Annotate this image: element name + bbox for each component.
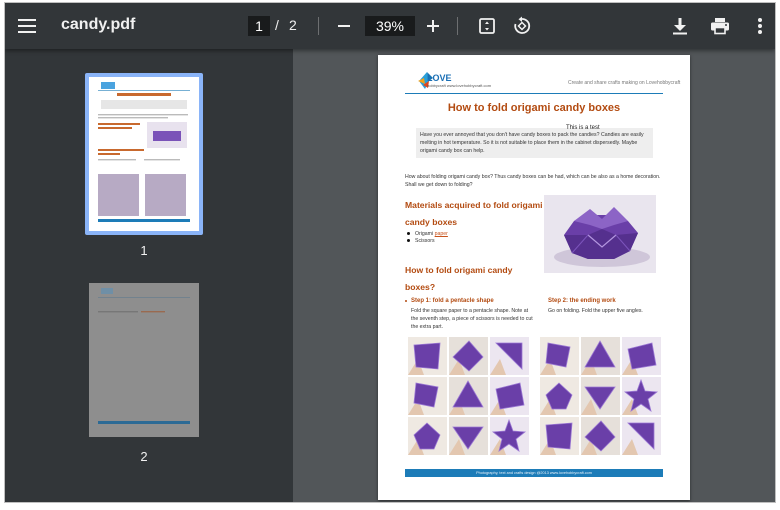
- thumbnail-sidebar: 1 2: [5, 49, 293, 502]
- fit-to-page-icon: [479, 18, 495, 34]
- intro-paragraph: How about folding origami candy box? Thu…: [405, 174, 661, 188]
- toolbar-divider: [457, 17, 458, 35]
- pdf-viewer-window: candy.pdf 1 / 2 39% 1 2 LOVE hobbycraft …: [5, 3, 775, 502]
- total-pages: 2: [289, 17, 297, 33]
- menu-button[interactable]: [13, 12, 41, 40]
- paper-link[interactable]: paper: [435, 231, 448, 237]
- step2-photo: [540, 417, 579, 455]
- intro-box: Have you ever annoyed that you don't hav…: [416, 128, 653, 158]
- zoom-in-icon: [427, 20, 439, 32]
- logo-text: LOVE: [427, 73, 452, 83]
- page-number-input[interactable]: 1: [248, 16, 270, 36]
- step2-photo: [622, 377, 661, 415]
- step1-photo: [490, 417, 529, 455]
- page-separator: /: [275, 17, 279, 33]
- candy-box-photo: [544, 195, 656, 273]
- list-item: Origami paper: [407, 231, 448, 238]
- test-annotation: This is a test: [566, 125, 600, 131]
- step1-photo: [449, 417, 488, 455]
- header-rule: [405, 93, 663, 94]
- step2-photo: [540, 337, 579, 375]
- step2-photo: [581, 377, 620, 415]
- logo-subtext: hobbycraft www.lovehobbycraft.com: [427, 83, 492, 88]
- materials-list: Origami paper Scissors: [407, 231, 448, 245]
- zoom-input[interactable]: 39%: [365, 16, 415, 36]
- thumbnail-2-miniature: [98, 288, 190, 424]
- step-bullet-icon: [405, 300, 407, 302]
- download-button[interactable]: [668, 14, 692, 38]
- step1-photo: [449, 337, 488, 375]
- thumbnail-selection-frame: [85, 73, 203, 235]
- list-item: Scissors: [407, 238, 448, 245]
- rotate-button[interactable]: [510, 14, 534, 38]
- page-thumbnail-1[interactable]: 1: [85, 73, 203, 258]
- zoom-in-button[interactable]: [422, 15, 444, 37]
- fold-heading: How to fold origami candy boxes?: [405, 265, 513, 292]
- more-vert-icon: [758, 18, 762, 34]
- thumbnail-page-preview: [89, 283, 199, 437]
- fit-to-page-button[interactable]: [475, 14, 499, 38]
- thumbnail-frame: [85, 279, 203, 441]
- step1-photo: [490, 337, 529, 375]
- bullet-icon: [407, 232, 410, 236]
- step2-photo: [581, 337, 620, 375]
- toolbar: candy.pdf 1 / 2 39%: [5, 3, 775, 49]
- document-title: How to fold origami candy boxes: [447, 102, 621, 114]
- step1-photo: [408, 417, 447, 455]
- step2-photo: [622, 417, 661, 455]
- document-viewer: LOVE hobbycraft www.lovehobbycraft.com C…: [293, 49, 775, 502]
- thumbnail-page-number: 1: [140, 243, 148, 258]
- print-button[interactable]: [708, 14, 732, 38]
- intro-text: Have you ever annoyed that you don't hav…: [420, 132, 644, 154]
- thumbnail-1-miniature: [98, 82, 190, 222]
- tagline: Create and share crafts making on Loveho…: [568, 80, 681, 86]
- materials-heading: Materials acquired to fold origami candy…: [405, 200, 543, 227]
- pdf-page-1: LOVE hobbycraft www.lovehobbycraft.com C…: [378, 55, 690, 500]
- page-footer: Photography, text and crafts design @201…: [405, 469, 663, 477]
- zoom-out-button[interactable]: [333, 15, 355, 37]
- print-icon: [711, 18, 729, 35]
- page-thumbnail-2[interactable]: 2: [85, 279, 203, 464]
- rotate-icon: [514, 16, 531, 34]
- step1-heading: Step 1: fold a pentacle shape: [411, 298, 494, 304]
- step1-photo: [408, 377, 447, 415]
- step2-text: Go on folding. Fold the upper five angle…: [548, 308, 643, 314]
- thumbnail-page-preview: [89, 77, 199, 231]
- thumbnail-page-number: 2: [140, 449, 148, 464]
- toolbar-divider: [318, 17, 319, 35]
- step1-photo: [490, 377, 529, 415]
- step1-text: Fold the square paper to a pentacle shap…: [411, 308, 533, 330]
- menu-icon: [18, 19, 36, 33]
- download-icon: [673, 18, 687, 35]
- step2-heading: Step 2: the ending work: [548, 298, 616, 304]
- step2-photo: [581, 417, 620, 455]
- step2-photo-grid: [540, 337, 661, 455]
- step2-photo: [540, 377, 579, 415]
- bullet-icon: [407, 239, 410, 243]
- file-name: candy.pdf: [61, 16, 136, 33]
- step1-photo: [449, 377, 488, 415]
- more-options-button[interactable]: [750, 14, 770, 38]
- step1-photo-grid: [408, 337, 529, 455]
- zoom-out-icon: [338, 25, 350, 27]
- step2-photo: [622, 337, 661, 375]
- step1-photo: [408, 337, 447, 375]
